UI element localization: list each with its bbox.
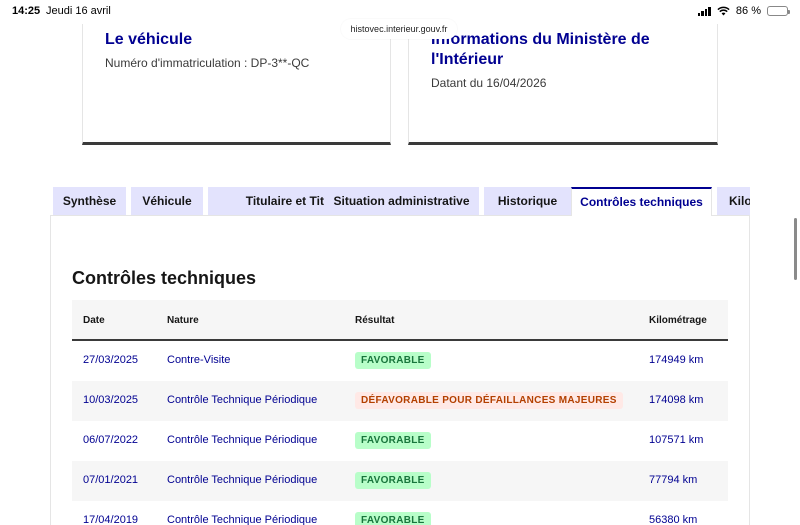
result-badge: FAVORABLE [355, 432, 431, 449]
row-nature: Contrôle Technique Périodique [167, 514, 318, 525]
header-result: Résultat [355, 315, 395, 326]
row-date: 27/03/2025 [83, 354, 139, 366]
url-bar[interactable]: histovec.interieur.gouv.fr [341, 19, 457, 39]
row-date: 06/07/2022 [83, 434, 139, 446]
table-header: Date Nature Résultat Kilométrage [72, 300, 728, 341]
table-row: 27/03/2025 Contre-Visite FAVORABLE 17494… [72, 341, 728, 381]
page-scrollbar[interactable] [794, 218, 797, 280]
ministry-card-title-line1: Informations du Ministère de [431, 31, 650, 48]
row-km: 56380 km [649, 514, 698, 525]
vehicle-card: Le véhicule Numéro d'immatriculation : D… [82, 24, 391, 145]
status-icons: 86 % [697, 5, 790, 17]
table-row: 17/04/2019 Contrôle Technique Périodique… [72, 501, 728, 525]
clock-time: 14:25 [12, 5, 41, 17]
result-badge: FAVORABLE [355, 472, 431, 489]
tab-synthese[interactable]: Synthèse [53, 187, 126, 215]
battery-icon [767, 6, 790, 16]
clock-date: Jeudi 16 avril [46, 5, 111, 17]
result-badge: DÉFAVORABLE POUR DÉFAILLANCES MAJEURES [355, 392, 623, 409]
tab-kilometrage[interactable]: Kilom [717, 187, 750, 215]
vehicle-plate: Numéro d'immatriculation : DP-3**-QC [105, 56, 310, 70]
tab-vehicule[interactable]: Véhicule [131, 187, 203, 215]
tab-controles-techniques[interactable]: Contrôles techniques [571, 187, 712, 216]
cellular-signal-icon [697, 6, 711, 16]
ministry-date: Datant du 16/04/2026 [431, 76, 547, 90]
row-km: 77794 km [649, 474, 698, 486]
row-nature: Contrôle Technique Périodique [167, 474, 318, 486]
wifi-icon [717, 6, 730, 16]
row-km: 107571 km [649, 434, 704, 446]
ministry-card: Informations du Ministère de l'Intérieur… [408, 24, 718, 145]
result-badge: FAVORABLE [355, 352, 431, 369]
row-nature: Contre-Visite [167, 354, 231, 366]
row-km: 174098 km [649, 394, 704, 406]
row-date: 17/04/2019 [83, 514, 139, 525]
row-date: 07/01/2021 [83, 474, 139, 486]
tab-list: Synthèse Véhicule Titulaire et Titre Sit… [53, 187, 750, 216]
result-badge: FAVORABLE [355, 512, 431, 525]
row-nature: Contrôle Technique Périodique [167, 434, 318, 446]
vehicle-card-title: Le véhicule [105, 31, 193, 48]
table-row: 07/01/2021 Contrôle Technique Périodique… [72, 461, 728, 501]
header-date: Date [83, 315, 105, 326]
url-text: histovec.interieur.gouv.fr [350, 24, 448, 34]
row-nature: Contrôle Technique Périodique [167, 394, 318, 406]
tab-historique[interactable]: Historique [484, 187, 571, 215]
technical-inspections-table: Date Nature Résultat Kilométrage 27/03/2… [72, 300, 728, 525]
header-nature: Nature [167, 315, 199, 326]
row-km: 174949 km [649, 354, 704, 366]
table-row: 06/07/2022 Contrôle Technique Périodique… [72, 421, 728, 461]
battery-percent: 86 % [735, 5, 761, 17]
tab-situation-administrative[interactable]: Situation administrative [324, 187, 479, 215]
row-date: 10/03/2025 [83, 394, 139, 406]
ministry-card-title-line2: l'Intérieur [431, 51, 504, 68]
section-title: Contrôles techniques [72, 268, 257, 288]
header-km: Kilométrage [649, 315, 707, 326]
table-row: 10/03/2025 Contrôle Technique Périodique… [72, 381, 728, 421]
